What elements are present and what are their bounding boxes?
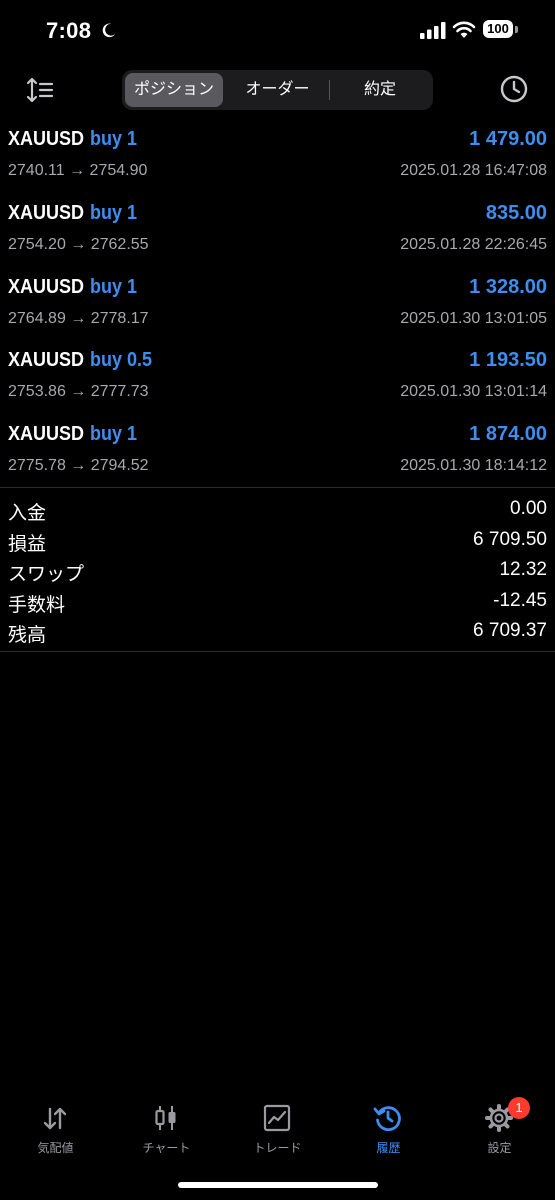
home-indicator[interactable] (178, 1182, 378, 1188)
sort-icon[interactable] (24, 76, 56, 104)
deal-type: buy 1 (90, 128, 138, 150)
tab-quotes[interactable]: 気配値 (0, 1095, 111, 1165)
summary-label: 損益 (8, 533, 47, 555)
summary-row-profit: 損益 6 709.50 (0, 527, 555, 558)
quotes-arrows-icon (43, 1107, 67, 1130)
bottom-tab-bar: 気配値 チャート トレード 履歴 1 設定 (0, 1095, 555, 1165)
summary-value: 6 709.50 (473, 528, 547, 550)
deal-time: 2025.01.30 13:01:14 (400, 383, 547, 401)
summary-value: 0.00 (510, 498, 547, 519)
deal-row[interactable]: XAUUSD buy 1 835.00 2754.20 → 2762.55 20… (0, 198, 555, 272)
notification-badge: 1 (508, 1097, 530, 1119)
tab-deals[interactable]: 約定 (330, 73, 430, 107)
deal-symbol: XAUUSD (8, 423, 85, 446)
deal-time: 2025.01.28 22:26:45 (400, 235, 547, 253)
deal-row[interactable]: XAUUSD buy 0.5 1 193.50 2753.86 → 2777.7… (0, 345, 555, 419)
deal-symbol: XAUUSD (8, 201, 85, 224)
divider (0, 487, 555, 488)
deal-symbol: XAUUSD (8, 128, 85, 150)
app-screen: 7:08 100 ポジション オーダー 約定 XAUUSD buy 1 1 47… (0, 0, 555, 1200)
deal-time: 2025.01.28 16:47:08 (400, 162, 547, 179)
moon-icon (102, 23, 116, 38)
summary-row-deposit: 入金 0.00 (0, 496, 555, 527)
summary-row-swap: スワップ 12.32 (0, 557, 555, 588)
tab-chart[interactable]: チャート (111, 1095, 222, 1165)
deal-type: buy 0.5 (90, 349, 153, 372)
deal-prices: 2764.89 → 2778.17 (8, 309, 149, 327)
clock-icon[interactable] (499, 74, 529, 104)
tab-label: 履歴 (376, 1141, 401, 1155)
summary-row-commission: 手数料 -12.45 (0, 588, 555, 619)
deals-list: XAUUSD buy 1 1 479.00 2740.11 → 2754.90 … (0, 124, 555, 493)
deal-type: buy 1 (90, 201, 138, 224)
summary-label: 入金 (8, 503, 47, 524)
deal-prices: 2775.78 → 2794.52 (8, 457, 149, 475)
summary-value: -12.45 (493, 589, 547, 611)
deal-time: 2025.01.30 13:01:05 (400, 309, 547, 327)
status-time: 7:08 (46, 18, 92, 43)
tab-orders[interactable]: オーダー (226, 73, 329, 107)
deal-row[interactable]: XAUUSD buy 1 1 479.00 2740.11 → 2754.90 … (0, 124, 555, 198)
tab-positions[interactable]: ポジション (125, 73, 223, 107)
status-bar: 7:08 100 (0, 0, 555, 62)
deal-prices: 2754.20 → 2762.55 (8, 235, 149, 253)
summary-label: スワップ (8, 564, 85, 585)
deal-symbol: XAUUSD (8, 275, 85, 298)
deal-profit: 835.00 (485, 201, 547, 224)
summary-label: 手数料 (8, 594, 66, 616)
summary-value: 6 709.37 (473, 620, 547, 641)
deal-profit: 1 328.00 (469, 275, 547, 298)
tab-label: チャート (142, 1141, 191, 1155)
tab-label: 設定 (487, 1141, 512, 1155)
divider (0, 651, 555, 652)
history-segmented-control: ポジション オーダー 約定 (122, 70, 433, 110)
battery-level: 100 (483, 20, 513, 38)
summary-label: 残高 (8, 625, 47, 646)
tab-label: 気配値 (37, 1141, 74, 1155)
deal-time: 2025.01.30 18:14:12 (400, 457, 547, 475)
trade-chart-icon (263, 1104, 291, 1132)
deal-profit: 1 479.00 (469, 128, 547, 150)
battery-tip (515, 26, 518, 33)
chart-candles-icon (155, 1106, 176, 1130)
history-icon (373, 1106, 401, 1132)
summary-panel: 入金 0.00 損益 6 709.50 スワップ 12.32 手数料 -12.4… (0, 496, 555, 649)
tab-trade[interactable]: トレード (222, 1095, 333, 1165)
deal-row[interactable]: XAUUSD buy 1 1 328.00 2764.89 → 2778.17 … (0, 272, 555, 346)
deal-symbol: XAUUSD (8, 349, 85, 372)
cellular-signal-icon (420, 22, 446, 39)
battery-indicator: 100 (483, 20, 519, 40)
summary-value: 12.32 (499, 559, 547, 580)
deal-profit: 1 193.50 (469, 349, 547, 372)
tab-label: トレード (253, 1141, 302, 1155)
deal-row[interactable]: XAUUSD buy 1 1 874.00 2775.78 → 2794.52 … (0, 419, 555, 493)
tab-history[interactable]: 履歴 (333, 1095, 444, 1165)
wifi-icon (452, 21, 476, 38)
deal-type: buy 1 (90, 423, 138, 446)
deal-profit: 1 874.00 (469, 423, 547, 446)
deal-type: buy 1 (90, 275, 138, 298)
deal-prices: 2753.86 → 2777.73 (8, 383, 149, 401)
tab-settings[interactable]: 1 設定 (444, 1095, 555, 1165)
summary-row-balance: 残高 6 709.37 (0, 618, 555, 649)
deal-prices: 2740.11 → 2754.90 (8, 162, 148, 179)
